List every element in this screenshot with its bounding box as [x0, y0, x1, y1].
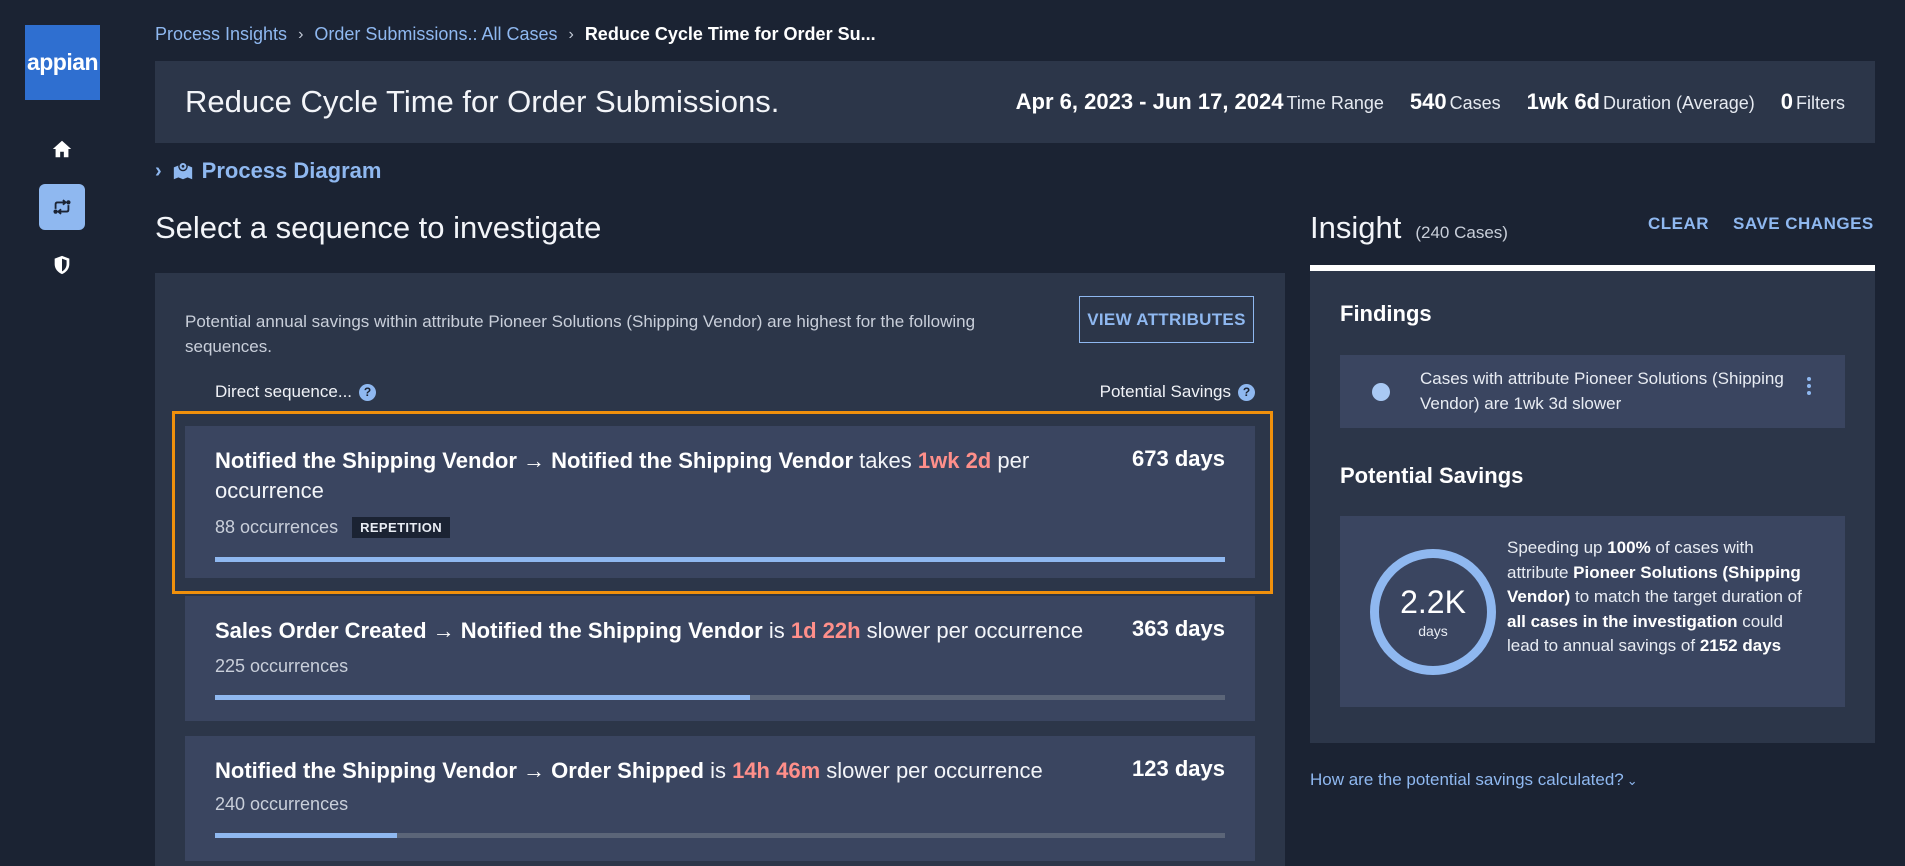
home-nav-button[interactable] [39, 126, 85, 172]
save-changes-button[interactable]: SAVE CHANGES [1733, 214, 1874, 234]
sequence-description: Notified the Shipping Vendor → Order Shi… [215, 758, 1043, 783]
finding-text: Cases with attribute Pioneer Solutions (… [1420, 369, 1784, 413]
savings-ring-value: 2.2K [1400, 584, 1466, 620]
appian-logo[interactable]: appian [25, 25, 100, 100]
sequence-card[interactable]: Notified the Shipping Vendor → Notified … [185, 426, 1255, 578]
breadcrumb-all-cases[interactable]: Order Submissions.: All Cases [314, 24, 557, 45]
sequence-description: Sales Order Created → Notified the Shipp… [215, 618, 1084, 643]
process-icon [53, 199, 71, 215]
finding-item: Cases with attribute Pioneer Solutions (… [1340, 355, 1845, 428]
insight-title: Insight (240 Cases) [1310, 210, 1508, 245]
potential-savings-title: Potential Savings [1340, 463, 1524, 488]
sequence-card[interactable]: Sales Order Created → Notified the Shipp… [185, 596, 1255, 721]
findings-title: Findings [1340, 301, 1432, 326]
savings-bar [215, 695, 1225, 700]
sequence-occurrences: 240 occurrences [215, 794, 349, 814]
filters-stat[interactable]: 0 Filters [1781, 89, 1845, 115]
repetition-badge: REPETITION [352, 517, 451, 538]
clear-button[interactable]: CLEAR [1648, 214, 1709, 234]
sequence-savings: 673 days [1132, 446, 1225, 471]
savings-bar [215, 557, 1225, 562]
breadcrumb: Process Insights › Order Submissions.: A… [155, 24, 876, 45]
savings-intro: Potential annual savings within attribut… [185, 312, 976, 356]
help-icon[interactable]: ? [1238, 383, 1255, 401]
savings-ring: 2.2K days [1370, 549, 1496, 675]
home-icon [52, 140, 72, 158]
left-nav-rail: appian [0, 0, 124, 866]
savings-bar-fill [215, 833, 397, 838]
sequence-savings: 123 days [1132, 756, 1225, 781]
savings-summary: 2.2K days Speeding up 100% of cases with… [1340, 516, 1845, 707]
process-nav-button[interactable] [39, 184, 85, 230]
investigation-header: Reduce Cycle Time for Order Submissions.… [155, 61, 1875, 143]
help-icon[interactable]: ? [359, 383, 377, 401]
savings-calculation-link[interactable]: How are the potential savings calculated… [1310, 770, 1638, 790]
sequence-card[interactable]: Notified the Shipping Vendor → Order Shi… [185, 736, 1255, 861]
finding-dot-icon [1372, 383, 1390, 401]
sequence-panel: Potential annual savings within attribut… [155, 273, 1285, 866]
time-range-stat: Apr 6, 2023 - Jun 17, 2024 Time Range [1015, 89, 1384, 114]
sequence-savings: 363 days [1132, 616, 1225, 641]
insight-panel: Findings Cases with attribute Pioneer So… [1310, 265, 1875, 743]
header-stats: Apr 6, 2023 - Jun 17, 2024 Time Range 540… [1016, 89, 1845, 115]
direct-sequence-header: Direct sequence... ? [215, 382, 377, 402]
chevron-right-icon: › [155, 159, 162, 182]
view-attributes-button[interactable]: VIEW ATTRIBUTES [1079, 296, 1254, 343]
savings-bar-fill [215, 557, 1225, 562]
breadcrumb-current: Reduce Cycle Time for Order Su... [584, 24, 876, 44]
sequence-occurrences: 88 occurrences REPETITION [215, 517, 451, 538]
potential-savings-header: Potential Savings ? [1100, 382, 1255, 402]
page-title: Reduce Cycle Time for Order Submissions. [185, 84, 780, 119]
breadcrumb-process-insights[interactable]: Process Insights [155, 24, 287, 45]
savings-explanation: Speeding up 100% of cases with attribute… [1507, 538, 1802, 655]
duration-stat: 1wk 6d Duration (Average) [1526, 89, 1755, 114]
insight-case-count: (240 Cases) [1415, 223, 1508, 242]
savings-bar-fill [215, 695, 751, 700]
security-nav-button[interactable] [39, 242, 85, 288]
chevron-right-icon: › [568, 25, 574, 43]
savings-ring-unit: days [1418, 623, 1448, 639]
sequence-occurrences: 225 occurrences [215, 656, 349, 676]
more-options-icon[interactable] [1807, 377, 1813, 395]
chevron-down-icon: ⌄ [1626, 773, 1638, 788]
cases-stat: 540 Cases [1409, 89, 1501, 114]
process-diagram-label: Process Diagram [201, 158, 382, 183]
sequence-description: Notified the Shipping Vendor → Notified … [215, 448, 1030, 503]
shield-icon [54, 255, 70, 275]
process-diagram-toggle[interactable]: › Process Diagram [155, 158, 381, 184]
chevron-right-icon: › [298, 25, 304, 43]
section-title: Select a sequence to investigate [155, 210, 602, 245]
savings-bar [215, 833, 1225, 838]
map-pin-icon [173, 161, 192, 180]
